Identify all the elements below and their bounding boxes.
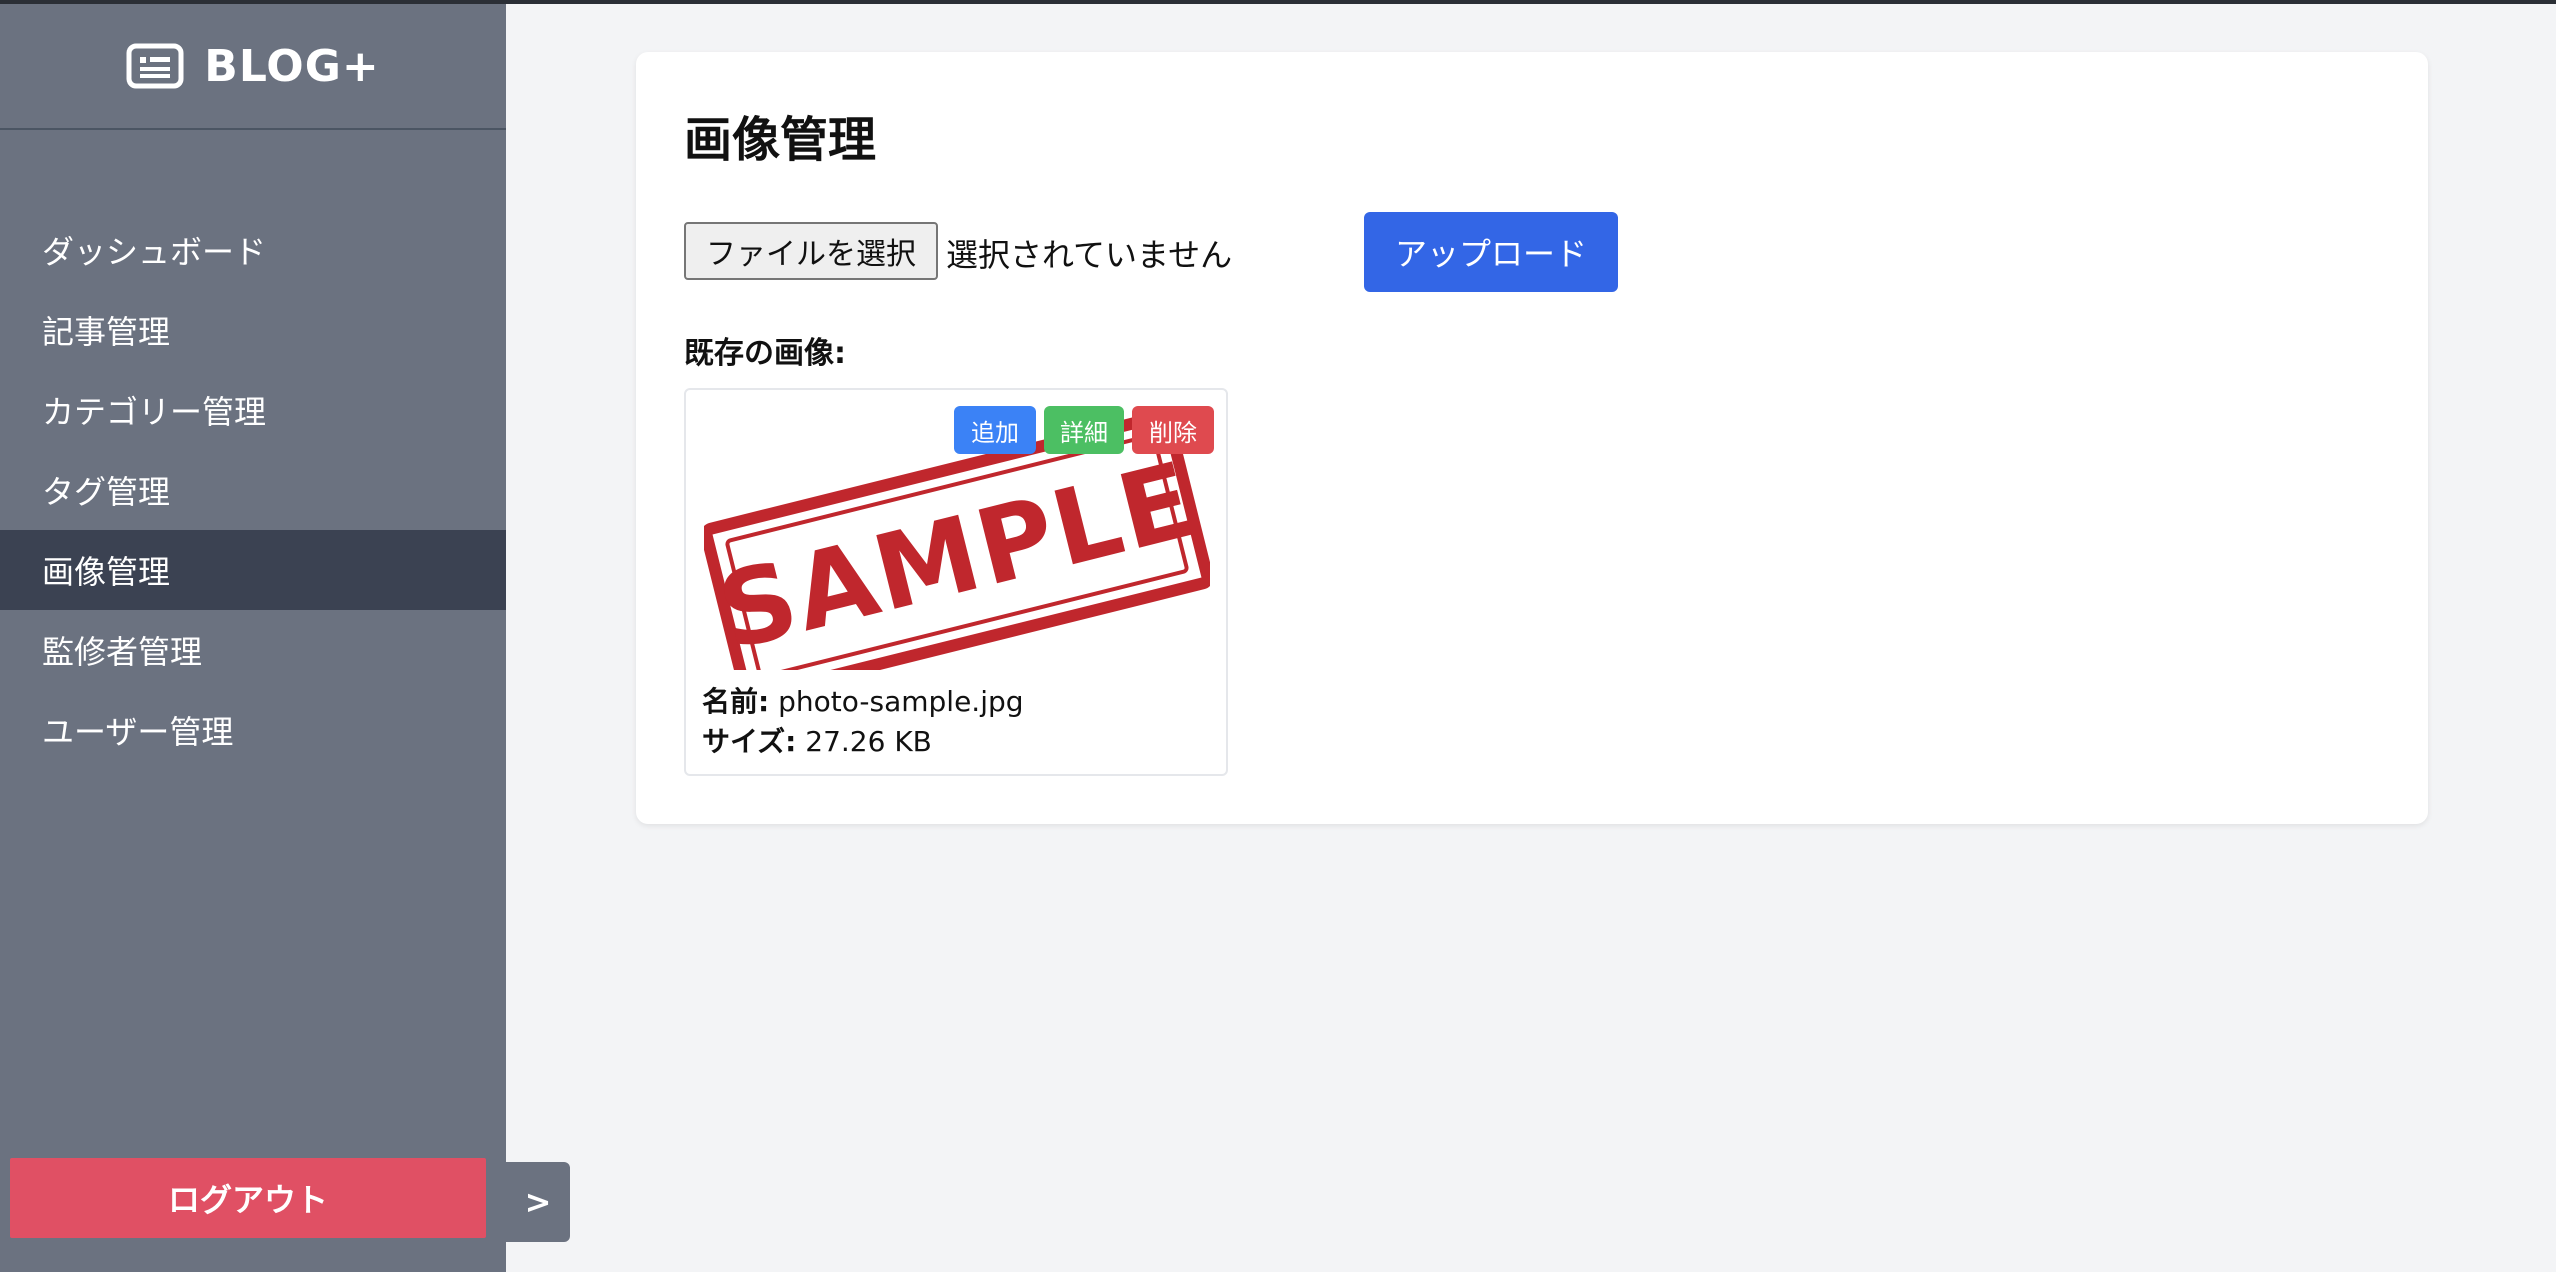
delete-image-button[interactable]: 削除 (1132, 406, 1214, 454)
brand-name: BLOG+ (204, 40, 380, 92)
sidebar-item-images[interactable]: 画像管理 (0, 530, 506, 610)
add-image-button[interactable]: 追加 (954, 406, 1036, 454)
logout-button[interactable]: ログアウト (10, 1158, 486, 1238)
image-card: SAMPLE 追加 詳細 削除 名前: photo-sample.jpg サイズ… (684, 388, 1228, 776)
file-select-button[interactable]: ファイルを選択 (684, 222, 938, 280)
existing-images-heading: 既存の画像: (684, 336, 846, 371)
page-title: 画像管理 (684, 112, 877, 168)
image-management-panel: 画像管理 ファイルを選択 選択されていません アップロード 既存の画像: SAM… (636, 52, 2428, 824)
sidebar-nav: ダッシュボード 記事管理 カテゴリー管理 タグ管理 画像管理 監修者管理 ユーザ… (0, 210, 506, 770)
image-name-value: photo-sample.jpg (778, 685, 1024, 718)
sidebar-item-tags[interactable]: タグ管理 (0, 450, 506, 530)
sidebar: BLOG+ ダッシュボード 記事管理 カテゴリー管理 タグ管理 画像管理 監修者… (0, 4, 506, 1272)
newspaper-icon (126, 43, 184, 89)
sidebar-toggle-button[interactable]: > (506, 1162, 570, 1242)
image-size-label: サイズ: (702, 725, 797, 758)
image-size-value: 27.26 KB (805, 725, 932, 758)
image-name-label: 名前: (702, 685, 770, 718)
brand[interactable]: BLOG+ (0, 4, 506, 130)
sidebar-item-supervisors[interactable]: 監修者管理 (0, 610, 506, 690)
image-size-row: サイズ: 27.26 KB (702, 720, 932, 760)
sidebar-item-users[interactable]: ユーザー管理 (0, 690, 506, 770)
upload-button[interactable]: アップロード (1364, 212, 1618, 292)
sidebar-item-articles[interactable]: 記事管理 (0, 290, 506, 370)
sidebar-item-dashboard[interactable]: ダッシュボード (0, 210, 506, 290)
image-name-row: 名前: photo-sample.jpg (702, 680, 1024, 720)
sidebar-item-categories[interactable]: カテゴリー管理 (0, 370, 506, 450)
file-status-text: 選択されていません (946, 236, 1233, 274)
detail-image-button[interactable]: 詳細 (1044, 406, 1124, 454)
